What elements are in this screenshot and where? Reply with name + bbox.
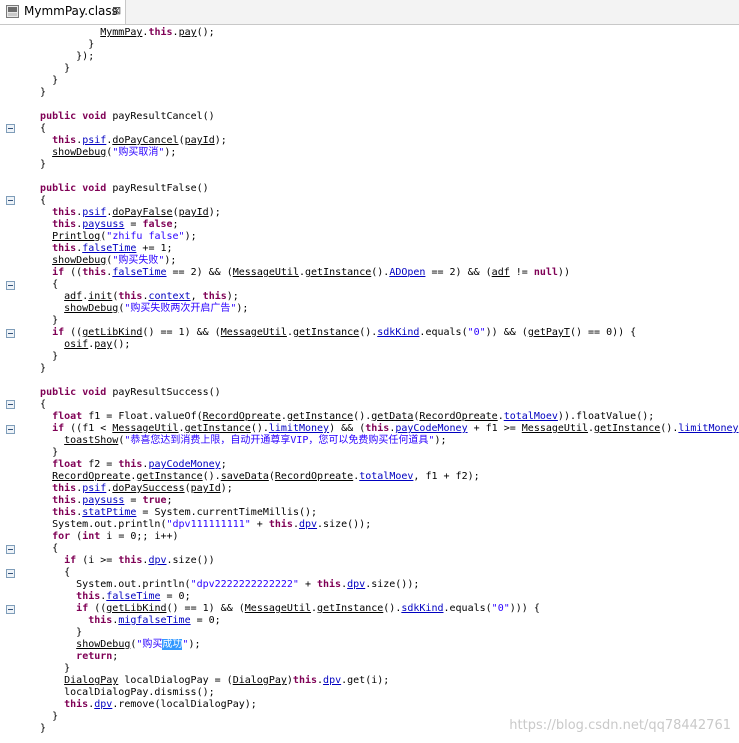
code-line: float f2 = this.payCodeMoney; (52, 459, 227, 470)
close-icon[interactable]: ⊠ (112, 4, 121, 17)
code-line: if ((getLibKind() == 1) && (MessageUtil.… (76, 603, 540, 614)
code-line: } (28, 159, 47, 170)
code-line: this.psif.doPaySuccess(payId); (52, 483, 233, 494)
code-line: public void payResultCancel() (40, 111, 215, 122)
code-line: { (28, 399, 47, 410)
fold-minus-icon[interactable] (6, 196, 15, 205)
code-line: this.migfalseTime = 0; (88, 615, 221, 626)
fold-minus-icon[interactable] (6, 281, 15, 290)
code-line: } (28, 351, 59, 362)
code-line: this.falseTime += 1; (52, 243, 173, 254)
code-line: } (28, 363, 47, 374)
code-line: } (28, 87, 47, 98)
code-line: if (i >= this.dpv.size()) (64, 555, 215, 566)
code-line: this.psif.doPayFalse(payId); (52, 207, 221, 218)
code-line: } (28, 447, 59, 458)
fold-minus-icon[interactable] (6, 605, 15, 614)
code-editor[interactable]: MymmPay.this.pay(); } }); } } } public v… (22, 25, 739, 743)
code-line: } (28, 627, 83, 638)
fold-minus-icon[interactable] (6, 329, 15, 338)
code-line: MymmPay.this.pay(); (100, 27, 215, 38)
code-line: showDebug("购买失败"); (52, 255, 177, 266)
code-line: this.psif.doPayCancel(payId); (52, 135, 227, 146)
code-line: this.falseTime = 0; (76, 591, 191, 602)
class-file-icon (6, 5, 19, 18)
fold-minus-icon[interactable] (6, 400, 15, 409)
code-line: showDebug("购买成功"); (76, 639, 201, 650)
code-line: } (28, 663, 71, 674)
code-line: return; (76, 651, 119, 662)
code-line: System.out.println("dpv111111111" + this… (28, 519, 372, 530)
code-line: toastShow("恭喜您达到消费上限，自动开通尊享VIP，您可以免费购买任何… (64, 435, 447, 446)
code-line: { (28, 123, 47, 134)
code-line: } (28, 39, 95, 50)
code-line: this.paysuss = false; (52, 219, 179, 230)
tab-mymmpay-class[interactable]: MymmPay.class ⊠ (0, 0, 126, 24)
code-line: DialogPay localDialogPay = (DialogPay)th… (64, 675, 390, 686)
code-line: public void payResultSuccess() (40, 387, 221, 398)
code-line: System.out.println("dpv2222222222222" + … (28, 579, 420, 590)
code-line: showDebug("购买取消"); (52, 147, 177, 158)
fold-minus-icon[interactable] (6, 545, 15, 554)
code-line: this.dpv.remove(localDialogPay); (64, 699, 257, 710)
code-line: public void payResultFalse() (40, 183, 209, 194)
editor-gutter (0, 25, 22, 743)
code-line: this.paysuss = true; (52, 495, 173, 506)
code-line: } (28, 75, 59, 86)
code-line: } (28, 711, 59, 722)
code-line: localDialogPay.dismiss(); (28, 687, 215, 698)
code-line: if ((f1 < MessageUtil.getInstance().limi… (52, 423, 739, 434)
code-line: } (28, 315, 59, 326)
code-line: if ((this.falseTime == 2) && (MessageUti… (52, 267, 570, 278)
tab-title: MymmPay.class (24, 4, 118, 18)
watermark: https://blog.csdn.net/qq78442761 (509, 718, 731, 733)
code-line: RecordOpreate.getInstance().saveData(Rec… (52, 471, 480, 482)
code-line: float f1 = Float.valueOf(RecordOpreate.g… (52, 411, 655, 422)
code-line: { (28, 567, 71, 578)
fold-minus-icon[interactable] (6, 569, 15, 578)
code-line: { (28, 543, 59, 554)
code-line: if ((getLibKind() == 1) && (MessageUtil.… (52, 327, 637, 338)
code-line: showDebug("购买失败两次开启广告"); (64, 303, 249, 314)
fold-minus-icon[interactable] (6, 425, 15, 434)
code-line: }); (28, 51, 95, 62)
code-line: Printlog("zhifu false"); (52, 231, 197, 242)
code-line: for (int i = 0;; i++) (52, 531, 179, 542)
code-line: { (28, 279, 59, 290)
code-line: this.statPtime = System.currentTimeMilli… (52, 507, 318, 518)
code-line: } (28, 723, 47, 734)
code-line: osif.pay(); (64, 339, 131, 350)
code-line: adf.init(this.context, this); (64, 291, 239, 302)
code-line: } (28, 63, 71, 74)
fold-minus-icon[interactable] (6, 124, 15, 133)
editor-tab-bar: MymmPay.class ⊠ (0, 0, 739, 25)
code-line: { (28, 195, 47, 206)
